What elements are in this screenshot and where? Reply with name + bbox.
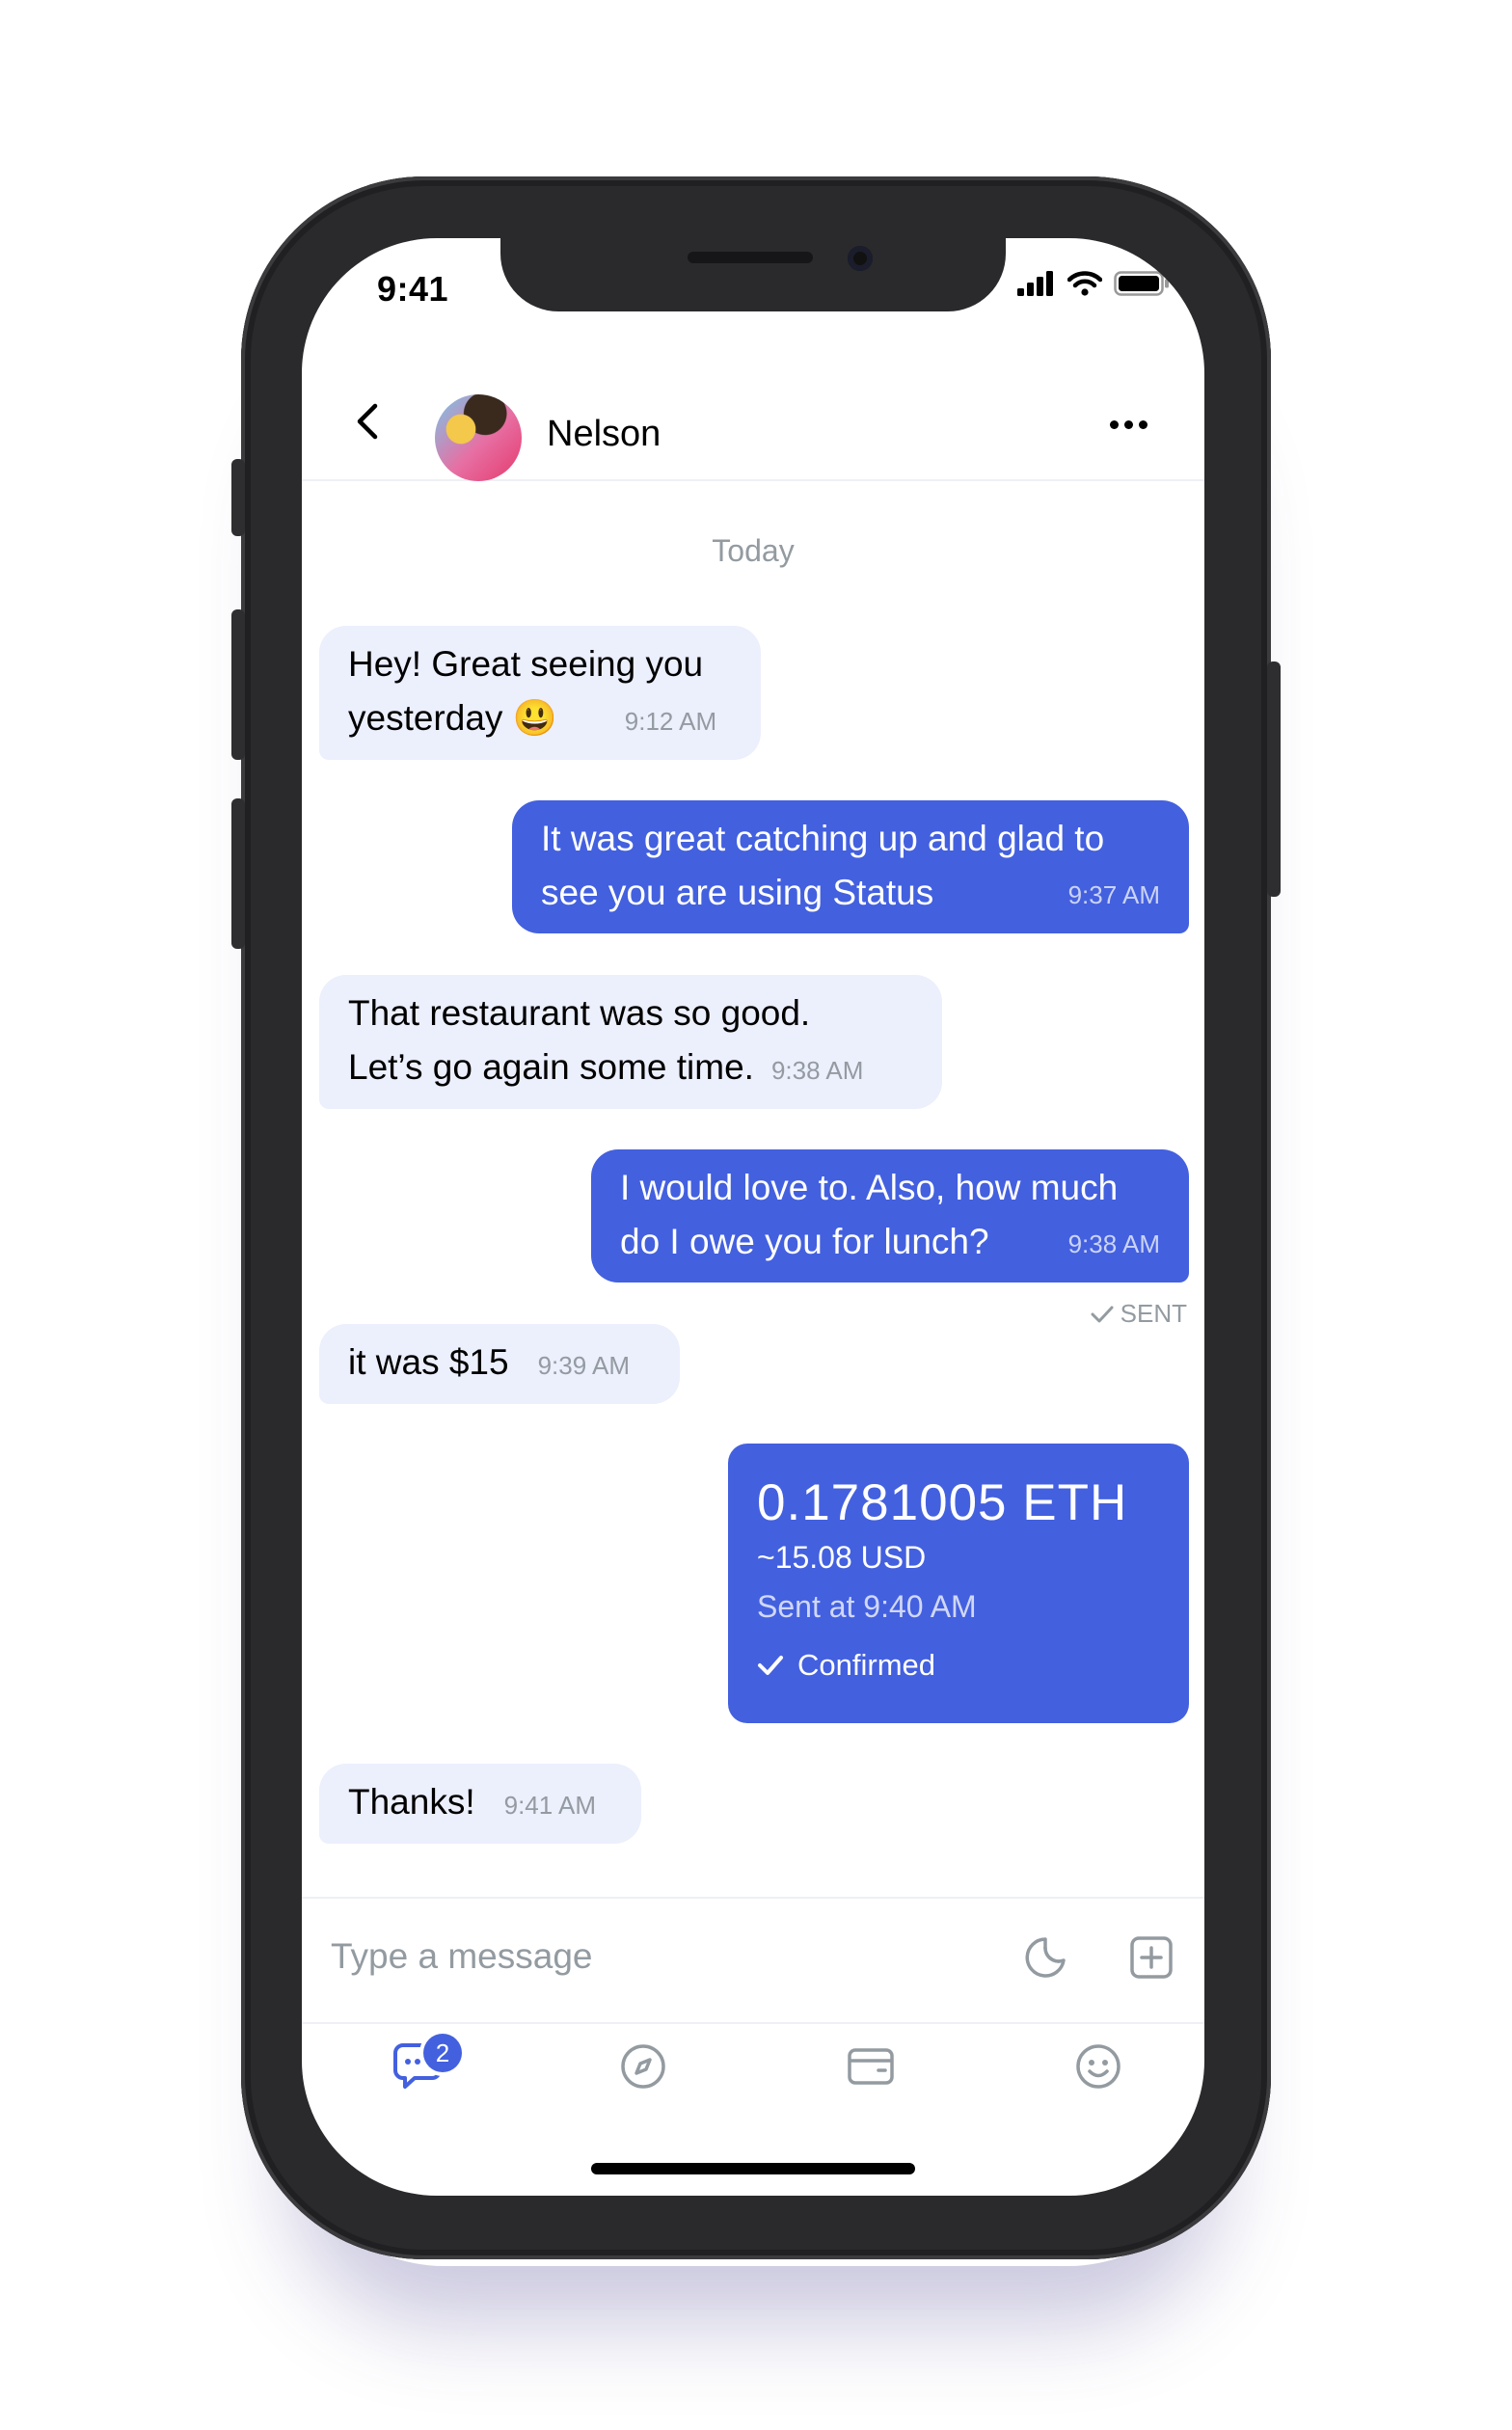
message-timestamp: 9:12 AM bbox=[624, 707, 717, 736]
message-input-bar bbox=[302, 1897, 1204, 2022]
battery-icon bbox=[1114, 271, 1169, 296]
message-text-line: That restaurant was so good. bbox=[348, 993, 811, 1033]
message-text-line: Hey! Great seeing you bbox=[348, 644, 704, 684]
payment-sent-at: Sent at 9:40 AM bbox=[757, 1589, 977, 1624]
message-timestamp: 9:37 AM bbox=[1067, 880, 1160, 909]
status-icons bbox=[1017, 271, 1170, 296]
payment-status: Confirmed bbox=[757, 1648, 1160, 1683]
message-bubble-incoming[interactable]: it was $15 9:39 AM bbox=[319, 1324, 680, 1404]
sticker-button[interactable] bbox=[1023, 1935, 1067, 1980]
notch-camera bbox=[848, 246, 873, 271]
profile-icon bbox=[1076, 2044, 1120, 2089]
notch bbox=[500, 238, 1006, 311]
more-dot-icon bbox=[1124, 419, 1133, 429]
wallet-icon bbox=[848, 2048, 894, 2085]
payment-status-label: Confirmed bbox=[797, 1648, 935, 1682]
message-input[interactable] bbox=[329, 1922, 931, 1991]
unread-badge: 2 bbox=[423, 2034, 462, 2072]
message-timestamp: 9:39 AM bbox=[537, 1351, 630, 1380]
contact-name[interactable]: Nelson bbox=[547, 414, 661, 455]
payment-card[interactable]: 0.1781005 ETH ~15.08 USD Sent at 9:40 AM… bbox=[728, 1444, 1189, 1723]
cellular-signal-icon bbox=[1017, 271, 1053, 296]
chevron-left-icon bbox=[357, 403, 378, 440]
chat-header: Nelson bbox=[302, 364, 1204, 481]
message-bubble-incoming[interactable]: That restaurant was so good. Let’s go ag… bbox=[319, 975, 942, 1109]
message-text-line: yesterday 😃 bbox=[348, 698, 557, 738]
message-text-line: I would love to. Also, how much bbox=[620, 1168, 1119, 1207]
message-bubble-incoming[interactable]: Thanks! 9:41 AM bbox=[319, 1764, 641, 1844]
message-text-line: see you are using Status bbox=[541, 873, 934, 912]
sent-status-label: SENT bbox=[1120, 1299, 1187, 1328]
check-icon bbox=[1091, 1306, 1114, 1322]
payment-amount: 0.1781005 ETH bbox=[757, 1474, 1128, 1531]
message-text-line: Let’s go again some time. bbox=[348, 1047, 754, 1087]
side-button-power bbox=[1267, 662, 1281, 897]
tab-browser[interactable] bbox=[614, 2038, 672, 2095]
avatar[interactable] bbox=[435, 394, 522, 481]
message-text-line: Thanks! bbox=[348, 1782, 475, 1822]
message-text-line: It was great catching up and glad to bbox=[541, 819, 1105, 858]
more-dot-icon bbox=[1110, 419, 1119, 429]
notch-speaker bbox=[688, 252, 813, 263]
more-options-button[interactable] bbox=[1110, 410, 1158, 439]
compass-icon bbox=[621, 2044, 665, 2089]
tab-profile[interactable] bbox=[1069, 2038, 1127, 2095]
tab-chats[interactable]: 2 bbox=[391, 2034, 462, 2095]
message-text-line: do I owe you for lunch? bbox=[620, 1222, 989, 1261]
side-button-volume-up bbox=[231, 609, 245, 760]
plus-square-icon bbox=[1130, 1936, 1173, 1979]
payment-fiat-value: ~15.08 USD bbox=[757, 1540, 927, 1575]
message-bubble-outgoing[interactable]: I would love to. Also, how much do I owe… bbox=[591, 1149, 1189, 1282]
home-indicator bbox=[591, 2163, 915, 2174]
message-timestamp: 9:38 AM bbox=[1067, 1229, 1160, 1258]
check-icon bbox=[758, 1656, 783, 1675]
message-bubble-outgoing[interactable]: It was great catching up and glad to see… bbox=[512, 800, 1189, 933]
message-text-line: it was $15 bbox=[348, 1342, 509, 1382]
tab-wallet[interactable] bbox=[842, 2038, 900, 2095]
side-button-volume-down bbox=[231, 798, 245, 949]
message-timestamp: 9:41 AM bbox=[503, 1791, 597, 1820]
sent-status: SENT bbox=[1090, 1299, 1187, 1329]
message-timestamp: 9:38 AM bbox=[770, 1056, 864, 1085]
sticker-icon bbox=[1025, 1937, 1066, 1978]
add-attachment-button[interactable] bbox=[1129, 1935, 1174, 1980]
bottom-tab-bar: 2 bbox=[302, 2022, 1204, 2128]
message-bubble-incoming[interactable]: Hey! Great seeing you yesterday 😃 9:12 AM bbox=[319, 626, 761, 760]
back-button[interactable] bbox=[350, 400, 389, 443]
status-time: 9:41 bbox=[377, 269, 449, 309]
more-dot-icon bbox=[1139, 419, 1148, 429]
phone-screen: 9:41 Nelson Today Hey! Great seeing you … bbox=[302, 238, 1204, 2196]
date-divider: Today bbox=[712, 533, 795, 568]
side-button-mute bbox=[231, 459, 245, 536]
wifi-icon bbox=[1067, 271, 1102, 296]
